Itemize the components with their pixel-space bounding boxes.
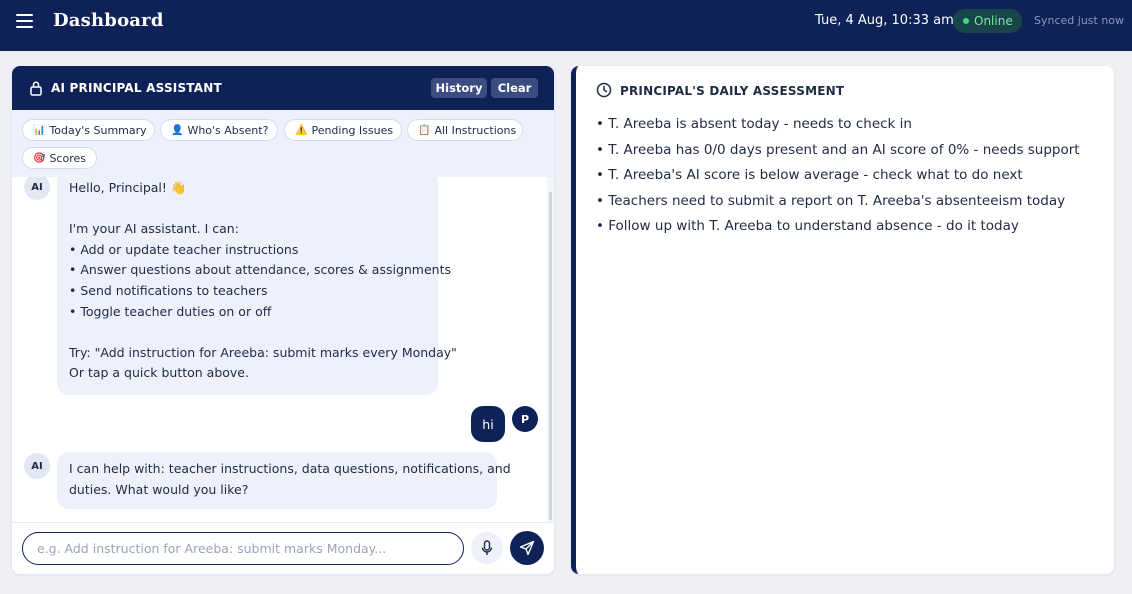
clipboard-icon: 📋: [418, 124, 431, 136]
status-badge: Online: [953, 9, 1022, 33]
assessment-item: • Teachers need to submit a report on T.…: [596, 192, 1066, 209]
message-line: [69, 322, 426, 343]
quick-action-pending-issues[interactable]: ⚠️ Pending Issues: [284, 119, 402, 141]
chip-label: All Instructions: [434, 123, 517, 137]
person-icon: 👤: [171, 124, 184, 136]
message-line: • Add or update teacher instructions: [69, 241, 299, 257]
warning-icon: ⚠️: [295, 124, 308, 136]
target-icon: 🎯: [33, 152, 46, 164]
chip-label: Pending Issues: [311, 123, 394, 137]
microphone-icon: [481, 540, 493, 555]
status-text: Online: [974, 14, 1013, 28]
quick-action-all-instructions[interactable]: 📋 All Instructions: [407, 119, 523, 141]
chat-header: AI PRINCIPAL ASSISTANT History Clear: [12, 66, 554, 110]
message-line: • Answer questions about attendance, sco…: [69, 262, 452, 278]
clear-button[interactable]: Clear: [491, 78, 538, 98]
ai-message-bubble: Hello, Principal! 👋 I'm your AI assistan…: [57, 177, 457, 395]
assessment-item: • T. Areeba has 0/0 days present and an …: [596, 141, 1080, 158]
menu-icon[interactable]: [14, 12, 36, 30]
message-line: • Send notifications to teachers: [69, 282, 268, 298]
chip-label: Today's Summary: [49, 123, 147, 137]
assessment-item: • T. Areeba is absent today - needs to c…: [596, 116, 912, 132]
clock-icon: [596, 82, 612, 98]
assessment-list: • T. Areeba is absent today - needs to c…: [596, 112, 1080, 240]
chat-title: AI PRINCIPAL ASSISTANT: [51, 81, 222, 95]
history-button[interactable]: History: [431, 78, 487, 98]
message-line: • Toggle teacher duties on or off: [69, 303, 272, 319]
lock-icon: [30, 81, 42, 96]
assessment-item: • T. Areeba's AI score is below average …: [596, 167, 1023, 183]
chip-label: Scores: [49, 151, 86, 165]
page-title: Dashboard: [53, 10, 164, 31]
quick-action-todays-summary[interactable]: 📊 Today's Summary: [22, 119, 155, 141]
datetime-display: Tue, 4 Aug, 10:33 am: [815, 13, 954, 28]
chat-input-row: [12, 522, 554, 574]
sync-status: Synced just now: [1034, 14, 1125, 27]
scrollbar-thumb[interactable]: [549, 192, 552, 520]
ai-avatar: AI: [24, 177, 50, 200]
message-line: I can help with: teacher instructions, d…: [69, 461, 511, 476]
ai-message-bubble: I can help with: teacher instructions, d…: [57, 452, 511, 509]
message-line: Try: "Add instruction for Areeba: submit…: [69, 344, 457, 360]
quick-action-scores[interactable]: 🎯 Scores: [22, 147, 97, 169]
chip-label: Who's Absent?: [187, 123, 269, 137]
message-line: duties. What would you like?: [69, 481, 249, 497]
message-line: [69, 199, 426, 220]
quick-actions: 📊 Today's Summary 👤 Who's Absent? ⚠️ Pen…: [12, 110, 554, 177]
assessment-title: PRINCIPAL'S DAILY ASSESSMENT: [620, 84, 845, 98]
user-message-bubble: hi: [471, 406, 505, 442]
mic-button[interactable]: [471, 532, 503, 564]
top-bar: Dashboard Tue, 4 Aug, 10:33 am Online Sy…: [0, 0, 1132, 51]
chart-icon: 📊: [33, 124, 46, 136]
chat-panel: AI PRINCIPAL ASSISTANT History Clear 📊 T…: [12, 66, 554, 574]
principal-avatar: P: [512, 406, 538, 432]
send-icon: [519, 540, 535, 556]
ai-avatar: AI: [24, 453, 50, 479]
message-line: Hello, Principal! 👋: [69, 180, 187, 195]
message-list[interactable]: AI Hello, Principal! 👋 I'm your AI assis…: [12, 177, 554, 522]
assessment-item: • Follow up with T. Areeba to understand…: [596, 218, 1019, 234]
online-dot-icon: [963, 18, 969, 24]
message-line: I'm your AI assistant. I can:: [69, 221, 239, 237]
send-button[interactable]: [510, 531, 544, 565]
chat-input[interactable]: [22, 532, 464, 565]
message-line: Or tap a quick button above.: [69, 365, 249, 381]
assessment-panel: PRINCIPAL'S DAILY ASSESSMENT • T. Areeba…: [571, 66, 1114, 574]
quick-action-whos-absent[interactable]: 👤 Who's Absent?: [160, 119, 278, 141]
